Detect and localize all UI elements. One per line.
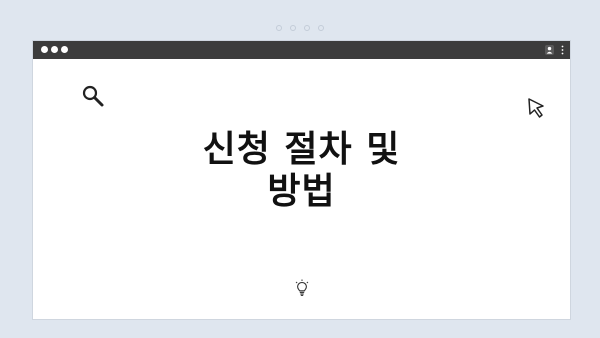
minimize-window-button[interactable] <box>51 46 58 53</box>
page-dot <box>304 25 310 31</box>
page-title-line-1: 신청 절차 및 <box>202 129 401 170</box>
lightbulb-icon <box>295 279 309 296</box>
page-background: 신청 절차 및 방법 <box>0 0 600 338</box>
page-title: 신청 절차 및 방법 <box>33 129 570 213</box>
page-dot <box>290 25 296 31</box>
browser-window: 신청 절차 및 방법 <box>32 40 571 320</box>
user-icon[interactable] <box>545 45 554 55</box>
page-indicator-dots <box>276 25 324 31</box>
maximize-window-button[interactable] <box>61 46 68 53</box>
cursor-icon <box>528 98 544 118</box>
kebab-menu-icon[interactable] <box>561 45 564 55</box>
page-dot <box>318 25 324 31</box>
page-dot <box>276 25 282 31</box>
close-window-button[interactable] <box>41 46 48 53</box>
window-controls <box>41 46 68 53</box>
search-icon <box>82 85 104 107</box>
page-title-line-2: 방법 <box>267 171 336 212</box>
window-titlebar <box>33 41 570 59</box>
